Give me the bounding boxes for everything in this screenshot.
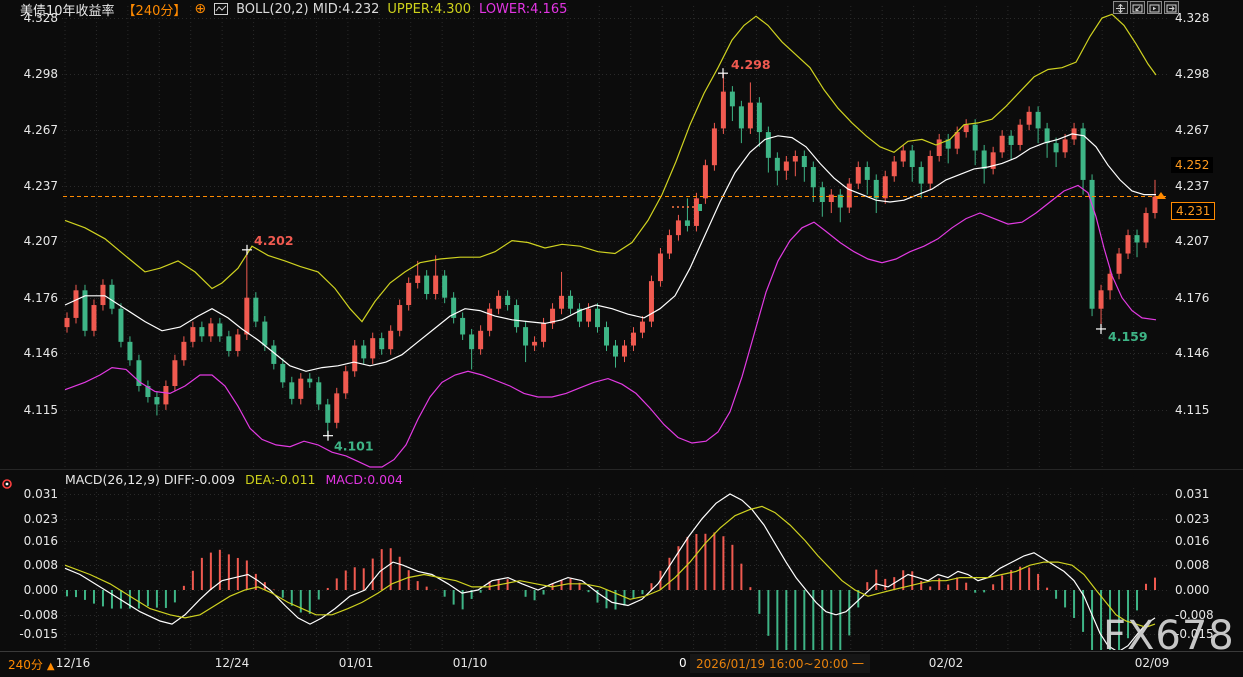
price-tick-label: 4.328	[1175, 10, 1209, 26]
move-icon	[1115, 0, 1126, 17]
price-tick-label: 4.237	[1175, 178, 1209, 194]
price-tick-label: 0.016	[1175, 533, 1209, 549]
period-tag: 【240分】	[123, 0, 187, 19]
time-tick-label: 01/01	[339, 656, 374, 670]
svg-text:4.202: 4.202	[254, 233, 294, 248]
candle-style-icon[interactable]	[214, 3, 228, 15]
time-tick-label: 12/24	[215, 656, 250, 670]
price-tick-label: 4.176	[1175, 290, 1209, 306]
price-tick-label: 4.298	[1175, 66, 1209, 82]
chart-title: 美债10年收益率	[20, 0, 115, 19]
boll-lower-label: LOWER:4.165	[479, 2, 567, 17]
macd-diff-label: MACD(26,12,9) DIFF:-0.009	[65, 472, 235, 487]
current-price-tag: 4.231	[1171, 202, 1215, 220]
indicator-marker-icon[interactable]	[1, 475, 13, 487]
period-selector-label: 240分	[8, 658, 43, 672]
price-tick-label: 4.267	[1175, 122, 1209, 138]
price-tick-label: -0.015	[6, 626, 58, 642]
move-tool-button[interactable]	[1113, 1, 1128, 14]
price-tick-label: 0.016	[6, 533, 58, 549]
price-tick-label: 4.298	[6, 66, 58, 82]
pane-forward-button[interactable]	[1164, 1, 1179, 14]
macd-value-label: MACD:0.004	[326, 472, 403, 487]
pane-restore-button[interactable]	[1130, 1, 1145, 14]
time-axis: 240分 ▲ 12/16 12/24 01/01 01/10 02/02 02/09 0 2…	[0, 652, 1243, 677]
hidden-date-fragment: 0	[679, 656, 687, 670]
price-arrow-icon	[1156, 192, 1166, 199]
play-icon	[1149, 0, 1160, 17]
price-tick-label: 0.023	[1175, 511, 1209, 527]
price-tick-label: 4.146	[6, 345, 58, 361]
boll-label: BOLL(20,2) MID:4.232	[236, 2, 379, 17]
price-tick-label: 0.023	[6, 511, 58, 527]
bollinger-bands	[65, 14, 1156, 467]
price-tick-label: 4.115	[6, 402, 58, 418]
add-indicator-icon[interactable]: ⊕	[194, 3, 206, 16]
period-selector[interactable]: 240分 ▲	[8, 656, 55, 673]
triangle-up-icon: ▲	[47, 661, 55, 672]
price-tick-label: -0.008	[1175, 607, 1214, 623]
macd-dea-label: DEA:-0.011	[245, 472, 315, 487]
time-tick-label: 01/10	[453, 656, 488, 670]
price-tick-label: 4.207	[1175, 233, 1209, 249]
macd-header: MACD(26,12,9) DIFF:-0.009 DEA:-0.011 MAC…	[65, 472, 403, 487]
time-tick-label: 12/16	[56, 656, 91, 670]
chart-window: 4.298 4.202 4.101 4.159 美债10年收益率 【240分】 ⊕ B…	[0, 0, 1243, 677]
price-tick-label: 0.008	[6, 557, 58, 573]
time-tick-label: 02/02	[929, 656, 964, 670]
pane-play-button[interactable]	[1147, 1, 1162, 14]
arrow-right-icon	[1166, 0, 1177, 17]
hover-time-tooltip: 2026/01/19 16:00~20:00 一	[690, 654, 870, 673]
price-tick-label: 0.008	[1175, 557, 1209, 573]
price-tick-label: 0.000	[6, 582, 58, 598]
svg-text:4.159: 4.159	[1108, 329, 1148, 344]
corner-arrow-icon	[1132, 0, 1143, 17]
chart-header: 美债10年收益率 【240分】 ⊕ BOLL(20,2) MID:4.232 U…	[20, 1, 567, 17]
price-tick-label: 4.146	[1175, 345, 1209, 361]
price-tick-label: -0.015	[1175, 626, 1214, 642]
time-tick-label: 02/09	[1135, 656, 1170, 670]
chart-toolbar	[1113, 1, 1179, 14]
price-annotations: 4.298 4.202 4.101 4.159	[242, 57, 1148, 453]
boll-upper-label: UPPER:4.300	[387, 2, 471, 17]
svg-text:4.298: 4.298	[731, 57, 771, 72]
price-tick-label: 0.031	[6, 486, 58, 502]
candlestick-series	[65, 73, 1158, 435]
prev-close-tag: 4.252	[1171, 157, 1213, 173]
price-tick-label: -0.008	[6, 607, 58, 623]
price-tick-label: 4.237	[6, 178, 58, 194]
price-tick-label: 0.031	[1175, 486, 1209, 502]
price-tick-label: 4.176	[6, 290, 58, 306]
price-tick-label: 0.000	[1175, 582, 1209, 598]
price-tick-label: 4.115	[1175, 402, 1209, 418]
macd-series	[65, 494, 1155, 677]
candlestick-chart-canvas[interactable]: 4.298 4.202 4.101 4.159	[0, 0, 1243, 677]
gridlines	[62, 6, 1168, 650]
price-tick-label: 4.207	[6, 233, 58, 249]
price-tick-label: 4.267	[6, 122, 58, 138]
svg-text:4.101: 4.101	[334, 439, 374, 454]
